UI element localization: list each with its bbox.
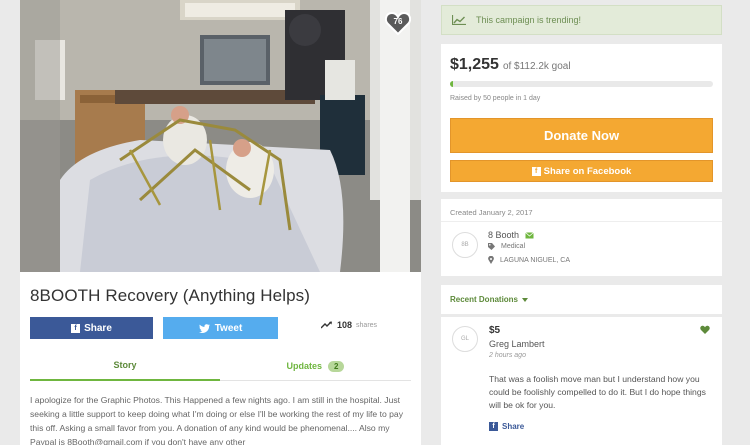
tag-icon <box>488 243 495 250</box>
organizer-category-row: Medical <box>488 243 525 250</box>
donor-name: Greg Lambert <box>489 339 545 349</box>
campaign-title: 8BOOTH Recovery (Anything Helps) <box>30 286 311 305</box>
twitter-bird-icon <box>198 323 210 333</box>
trending-text: This campaign is trending! <box>476 15 582 25</box>
raised-by-text: Raised by 50 people in 1 day <box>450 95 541 102</box>
share-count-label: shares <box>356 321 378 329</box>
facebook-icon: f <box>489 422 498 431</box>
trend-icon <box>321 321 332 329</box>
envelope-icon[interactable] <box>525 231 534 239</box>
campaign-main: 76 8BOOTH Recovery (Anything Helps) f Sh… <box>20 0 421 445</box>
donation-amount: $5 <box>489 325 501 336</box>
recent-donations-header: Recent Donations <box>441 285 722 314</box>
organizer-name-row: 8 Booth <box>488 230 534 240</box>
donor-avatar: GL <box>452 326 478 352</box>
organizer-name[interactable]: 8 Booth <box>488 230 519 240</box>
campaign-photo[interactable]: 76 <box>20 0 421 272</box>
tab-story[interactable]: Story <box>30 351 220 381</box>
recent-donations-dropdown[interactable]: Recent Donations <box>450 295 529 304</box>
story-text: I apologize for the Graphic Photos. This… <box>30 395 404 445</box>
organizer-category[interactable]: Medical <box>501 243 525 250</box>
share-count-value: 108 <box>337 320 353 330</box>
donation-share-button[interactable]: f Share <box>489 422 524 431</box>
donate-now-button[interactable]: Donate Now <box>450 118 713 153</box>
share-on-facebook-label: Share on Facebook <box>543 165 632 177</box>
trending-chart-icon <box>452 15 466 25</box>
share-on-facebook-button[interactable]: f Share on Facebook <box>450 160 713 182</box>
donation-share-label: Share <box>502 422 525 431</box>
tab-story-label: Story <box>113 360 137 370</box>
trending-banner: This campaign is trending! <box>441 5 722 35</box>
tweet-label: Tweet <box>214 322 243 334</box>
facebook-icon: f <box>71 323 81 333</box>
progress-fill <box>450 81 453 87</box>
donation-item: GL $5 Greg Lambert 2 hours ago That was … <box>441 317 722 445</box>
facebook-share-button[interactable]: f Share <box>30 317 153 339</box>
facebook-icon: f <box>531 166 541 176</box>
facebook-share-label: Share <box>84 322 112 334</box>
divider <box>441 221 722 222</box>
heart-badge[interactable]: 76 <box>384 10 412 36</box>
recent-donations-label: Recent Donations <box>450 295 519 304</box>
donation-summary-card: $1,255 of $112.2k goal Raised by 50 peop… <box>441 44 722 192</box>
organizer-location-row: LAGUNA NIGUEL, CA <box>488 256 570 264</box>
hospital-photo-image <box>20 0 421 272</box>
raised-summary: $1,255 of $112.2k goal <box>450 56 571 74</box>
donation-time: 2 hours ago <box>489 352 526 359</box>
chevron-down-icon <box>522 297 529 302</box>
donation-message: That was a foolish move man but I unders… <box>489 374 706 410</box>
heart-icon[interactable] <box>700 325 710 335</box>
tab-updates[interactable]: Updates 2 <box>220 351 411 381</box>
heart-count: 76 <box>393 17 403 26</box>
location-pin-icon <box>488 256 494 264</box>
tweet-button[interactable]: Tweet <box>163 317 278 339</box>
raised-amount: $1,255 <box>450 56 499 73</box>
progress-bar <box>450 81 713 87</box>
share-count: 108 shares <box>321 320 377 330</box>
organizer-location: LAGUNA NIGUEL, CA <box>500 256 571 264</box>
content-tabs: Story Updates 2 <box>30 351 411 381</box>
created-date: Created January 2, 2017 <box>450 208 533 217</box>
tab-updates-label: Updates <box>286 361 323 371</box>
organizer-card: Created January 2, 2017 8B 8 Booth Medic… <box>441 199 722 276</box>
updates-count-badge: 2 <box>328 360 345 372</box>
organizer-avatar[interactable]: 8B <box>452 232 478 258</box>
goal-text: of $112.2k goal <box>502 61 571 72</box>
